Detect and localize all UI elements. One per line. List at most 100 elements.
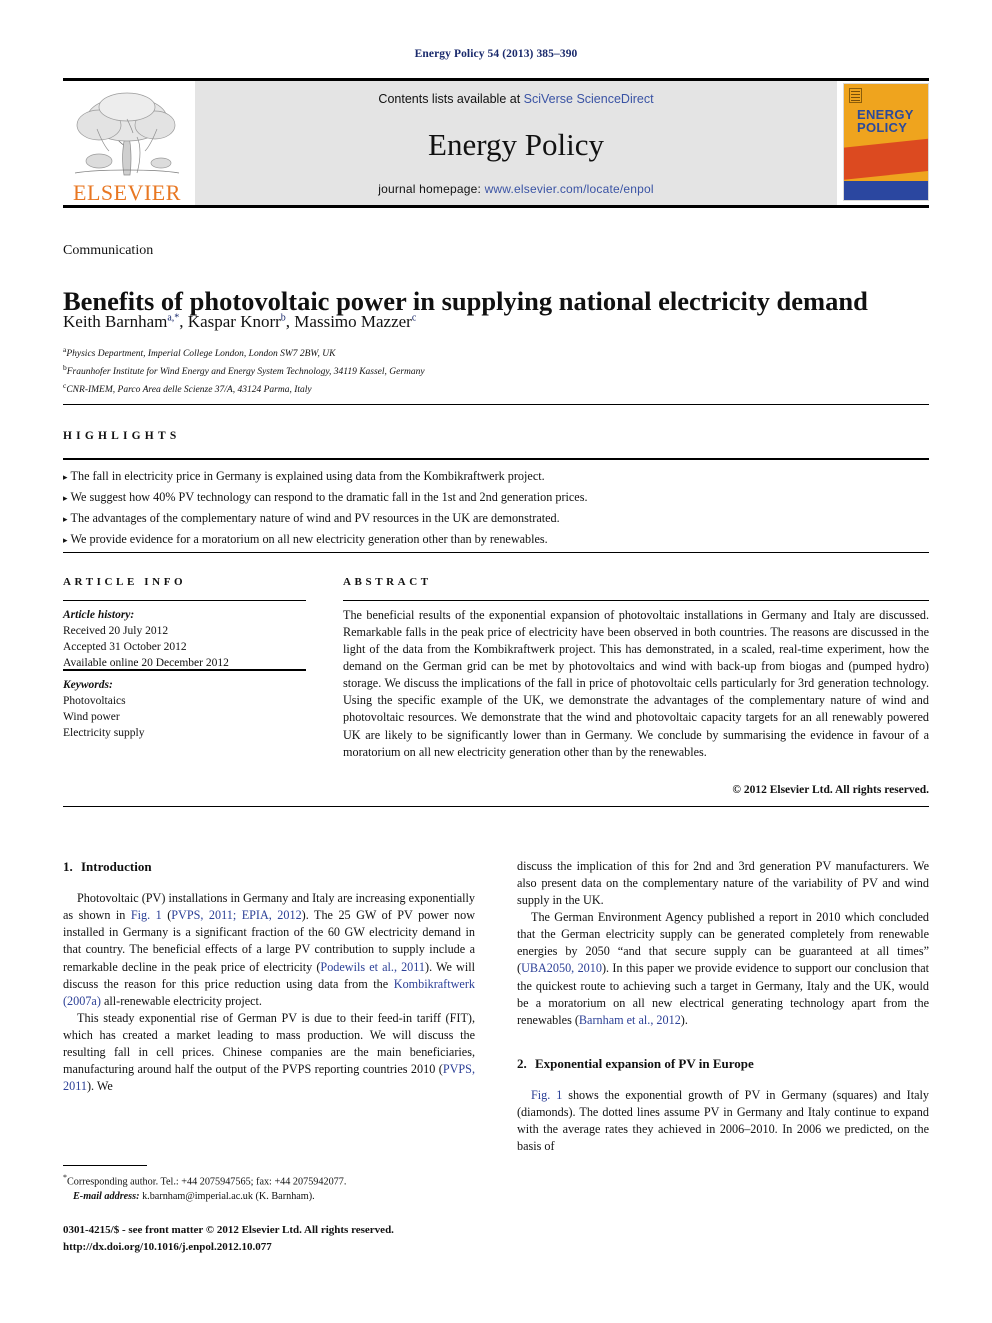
journal-article-page: Energy Policy 54 (2013) 385–390 ELSEVIER…	[0, 0, 992, 1323]
affiliation-c-text: CNR-IMEM, Parco Area delle Scienze 37/A,…	[66, 384, 312, 395]
footnote-block: *Corresponding author. Tel.: +44 2075947…	[63, 1172, 475, 1205]
elsevier-tree-icon	[69, 85, 185, 181]
author-2-marks: b	[280, 312, 286, 324]
email-note: E-mail address: k.barnham@imperial.ac.uk…	[63, 1190, 475, 1205]
cover-blue-band	[844, 181, 928, 200]
body-column-left: 1. Introduction Photovoltaic (PV) install…	[63, 858, 475, 1095]
body-column-right: discuss the implication of this for 2nd …	[517, 858, 929, 1155]
text-run: (	[161, 908, 172, 923]
abstract-label: ABSTRACT	[343, 576, 432, 588]
highlight-text-4: We provide evidence for a moratorium on …	[70, 531, 548, 546]
article-info-label: ARTICLE INFO	[63, 576, 187, 588]
front-matter-block: 0301-4215/$ - see front matter © 2012 El…	[63, 1222, 563, 1255]
citation-link[interactable]: UBA2050, 2010	[521, 961, 602, 975]
text-run: shows the exponential growth of PV in Ge…	[517, 1087, 929, 1154]
list-item: ▸ We provide evidence for a moratorium on…	[63, 529, 929, 550]
masthead-center-panel: Contents lists available at SciVerse Sci…	[195, 81, 837, 205]
history-received: Received 20 July 2012	[63, 624, 169, 637]
keyword-2: Wind power	[63, 710, 120, 723]
journal-homepage-link[interactable]: www.elsevier.com/locate/enpol	[485, 182, 654, 196]
author-2-name: Kaspar Knorr	[187, 312, 281, 331]
masthead-body: ELSEVIER Contents lists available at Sci…	[63, 81, 929, 205]
highlights-list: ▸ The fall in electricity price in German…	[63, 466, 929, 550]
sciencedirect-link[interactable]: SciVerse ScienceDirect	[524, 92, 654, 106]
author-3-marks: c	[411, 312, 417, 324]
keyword-3: Electricity supply	[63, 726, 145, 739]
journal-masthead: ELSEVIER Contents lists available at Sci…	[63, 78, 929, 208]
highlight-text-2: We suggest how 40% PV technology can res…	[70, 489, 588, 504]
affiliation-b-text: Fraunhofer Institute for Wind Energy and…	[66, 367, 425, 378]
highlights-bottom-rule	[63, 552, 929, 553]
abstract-bottom-rule	[63, 806, 929, 807]
elsevier-wordmark: ELSEVIER	[73, 180, 181, 205]
text-run: ).	[680, 1012, 688, 1027]
section-number: 1.	[63, 859, 73, 874]
elsevier-logo: ELSEVIER	[63, 81, 191, 205]
affiliation-a: aPhysics Department, Imperial College Lo…	[63, 344, 929, 362]
highlights-label: HIGHLIGHTS	[63, 430, 181, 442]
paragraph: The German Environment Agency published …	[517, 909, 929, 1029]
author-list: Keith Barnhama,*, Kaspar Knorrb, Massimo…	[63, 312, 417, 331]
affiliation-a-text: Physics Department, Imperial College Lon…	[66, 349, 336, 360]
cover-red-band	[844, 138, 928, 180]
section-heading-exponential-expansion: 2. Exponential expansion of PV in Europe	[517, 1055, 929, 1073]
paragraph: Photovoltaic (PV) installations in Germa…	[63, 890, 475, 1010]
highlight-text-1: The fall in electricity price in Germany…	[70, 469, 545, 483]
email-address[interactable]: k.barnham@imperial.ac.uk (K. Barnham).	[140, 1191, 315, 1202]
text-run: ). We	[86, 1079, 113, 1094]
section-title: Introduction	[81, 859, 152, 874]
text-run: all-renewable electricity project.	[100, 993, 262, 1008]
citation-link[interactable]: Podewils et al., 2011	[320, 960, 425, 974]
doi-link[interactable]: http://dx.doi.org/10.1016/j.enpol.2012.1…	[63, 1239, 563, 1256]
figure-reference-link[interactable]: Fig. 1	[531, 1088, 562, 1102]
affiliation-list: aPhysics Department, Imperial College Lo…	[63, 344, 929, 398]
journal-homepage-line: journal homepage: www.elsevier.com/locat…	[378, 182, 654, 196]
cover-title-line2: POLICY	[857, 120, 908, 135]
list-item: ▸ We suggest how 40% PV technology can re…	[63, 487, 929, 508]
article-history: Article history: Received 20 July 2012 A…	[63, 608, 306, 671]
cover-publisher-mark-icon	[849, 88, 862, 103]
section-number: 2.	[517, 1055, 527, 1071]
article-head-rule	[63, 404, 929, 405]
article-type: Communication	[63, 243, 154, 258]
contents-list-line: Contents lists available at SciVerse Sci…	[378, 92, 653, 106]
author-1-name: Keith Barnham	[63, 312, 168, 331]
abstract-rule	[343, 600, 929, 601]
highlights-top-rule	[63, 458, 929, 460]
paragraph: Fig. 1 shows the exponential growth of P…	[517, 1087, 929, 1155]
issn-copyright-line: 0301-4215/$ - see front matter © 2012 El…	[63, 1224, 394, 1236]
paragraph: This steady exponential rise of German P…	[63, 1010, 475, 1095]
author-1: Keith Barnhama,*	[63, 312, 179, 331]
triangle-bullet-icon: ▸	[63, 492, 68, 503]
affiliation-b: bFraunhofer Institute for Wind Energy an…	[63, 362, 929, 380]
corresponding-author-text: Corresponding author. Tel.: +44 20759475…	[67, 1176, 347, 1188]
highlight-text-3: The advantages of the complementary natu…	[70, 510, 560, 525]
corresponding-author-note: *Corresponding author. Tel.: +44 2075947…	[63, 1172, 475, 1190]
author-1-marks: a,*	[167, 312, 180, 324]
citation-link[interactable]: PVPS, 2011; EPIA, 2012	[171, 908, 301, 922]
journal-cover-thumbnail: ENERGY POLICY	[843, 81, 929, 205]
keyword-list: Keywords: Photovoltaics Wind power Elect…	[63, 678, 306, 741]
text-run: This steady exponential rise of German P…	[63, 1010, 475, 1076]
author-3-name: Massimo Mazzer	[294, 312, 412, 331]
article-history-label: Article history:	[63, 609, 135, 621]
list-item: ▸ The advantages of the complementary nat…	[63, 508, 929, 529]
masthead-bottom-rule	[63, 205, 929, 208]
article-history-bottom-rule	[63, 669, 306, 671]
copyright-line: © 2012 Elsevier Ltd. All rights reserved…	[732, 784, 929, 796]
cover-art: ENERGY POLICY	[843, 83, 929, 201]
affiliation-c: cCNR-IMEM, Parco Area delle Scienze 37/A…	[63, 380, 929, 398]
section-title: Exponential expansion of PV in Europe	[535, 1055, 754, 1071]
citation-link[interactable]: Barnham et al., 2012	[579, 1013, 681, 1027]
figure-reference-link[interactable]: Fig. 1	[131, 908, 162, 922]
author-3: Massimo Mazzerc	[294, 312, 416, 331]
email-label: E-mail address:	[73, 1191, 140, 1203]
footnote-rule	[63, 1165, 147, 1166]
running-head: Energy Policy 54 (2013) 385–390	[414, 48, 578, 60]
triangle-bullet-icon: ▸	[63, 534, 68, 545]
list-item: ▸ The fall in electricity price in German…	[63, 466, 929, 487]
paragraph: discuss the implication of this for 2nd …	[517, 859, 929, 908]
journal-title: Energy Policy	[428, 126, 604, 162]
section-heading-introduction: 1. Introduction	[63, 858, 475, 876]
triangle-bullet-icon: ▸	[63, 513, 68, 524]
